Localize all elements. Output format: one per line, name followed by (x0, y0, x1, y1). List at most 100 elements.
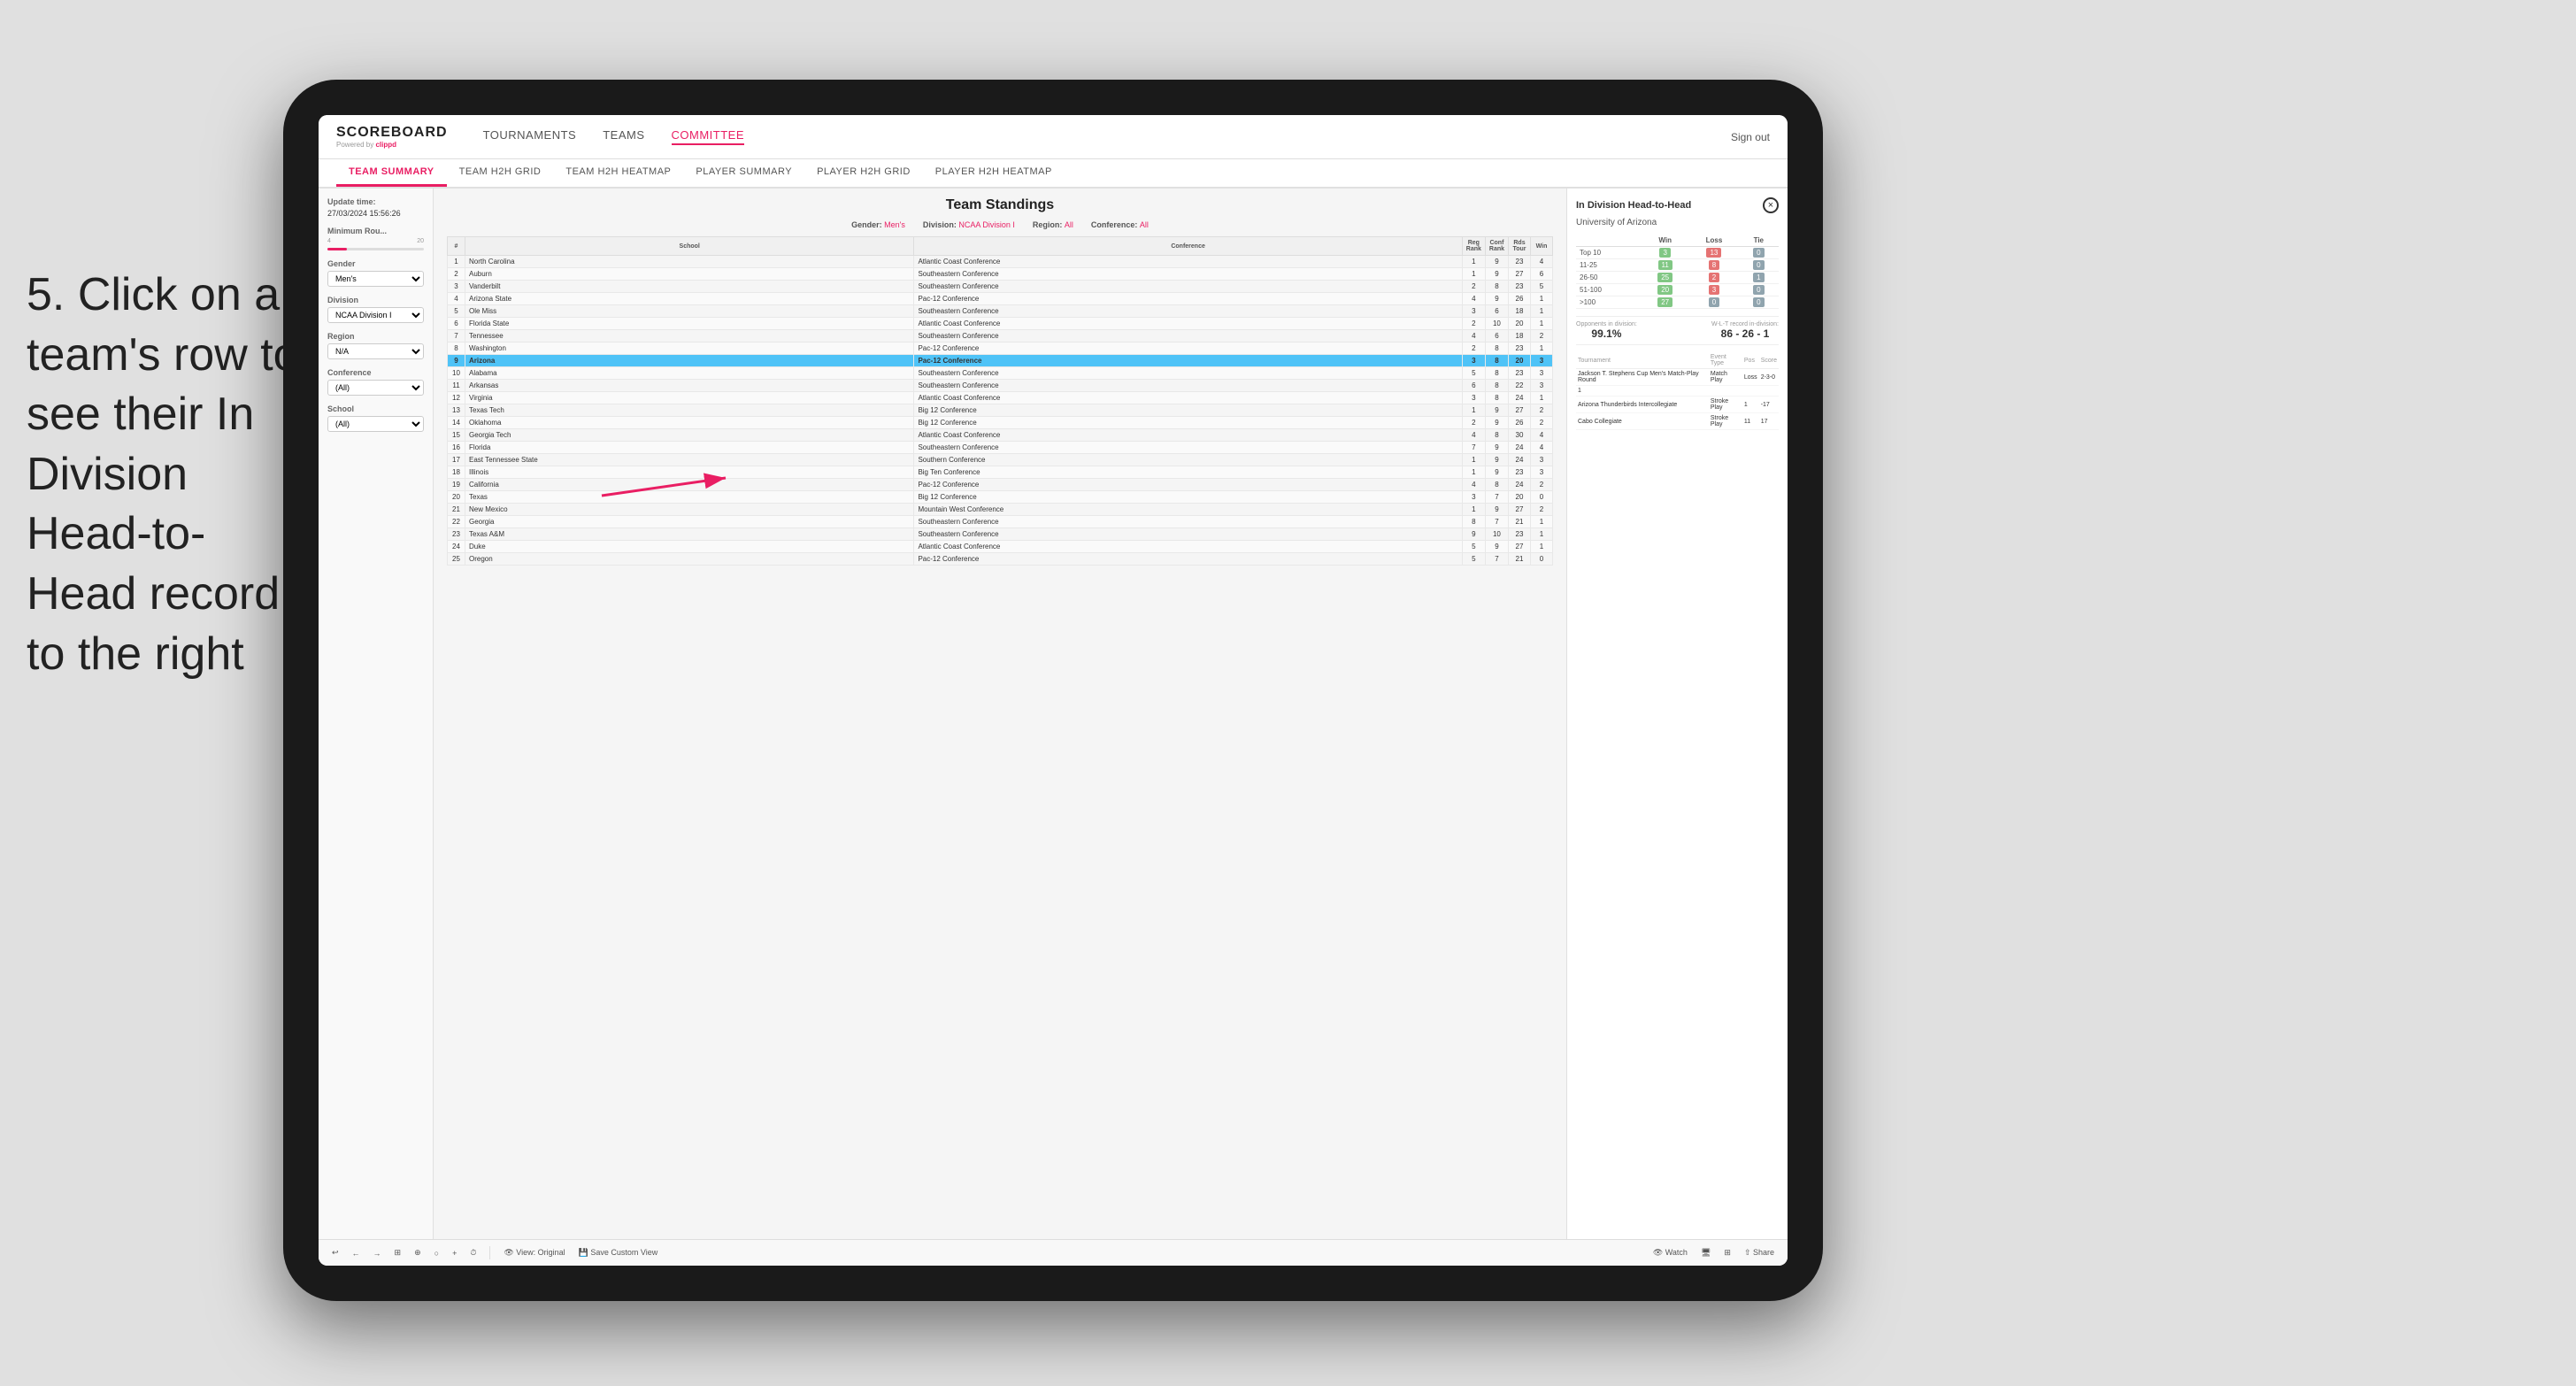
toolbar-forward[interactable]: → (369, 1247, 386, 1259)
standings-row[interactable]: 1 North Carolina Atlantic Coast Conferen… (448, 256, 1553, 268)
subnav-player-summary[interactable]: PLAYER SUMMARY (683, 159, 804, 187)
standings-row[interactable]: 12 Virginia Atlantic Coast Conference 3 … (448, 392, 1553, 404)
toolbar-clock[interactable]: ⏱ (465, 1246, 481, 1259)
cell-conf: Southeastern Conference (914, 305, 1462, 318)
subnav-team-summary[interactable]: TEAM SUMMARY (336, 159, 447, 187)
cell-win: 2 (1531, 330, 1553, 343)
cell-num: 12 (448, 392, 465, 404)
tourn-row-2: Arizona Thunderbirds Intercollegiate Str… (1576, 397, 1779, 413)
tourn-pos-3: 11 (1742, 413, 1759, 430)
nav-committee[interactable]: COMMITTEE (672, 128, 745, 145)
gender-select[interactable]: Men's (327, 271, 424, 287)
cell-conf-rank: 9 (1485, 454, 1508, 466)
standings-row[interactable]: 13 Texas Tech Big 12 Conference 1 9 27 2 (448, 404, 1553, 417)
cell-school: Texas A&M (465, 528, 914, 541)
toolbar-undo[interactable]: ↩ (327, 1246, 343, 1259)
cell-num: 21 (448, 504, 465, 516)
standings-row[interactable]: 8 Washington Pac-12 Conference 2 8 23 1 (448, 343, 1553, 355)
cell-reg-rank: 6 (1462, 380, 1485, 392)
standings-row[interactable]: 15 Georgia Tech Atlantic Coast Conferenc… (448, 429, 1553, 442)
tourn-row-1: Jackson T. Stephens Cup Men's Match-Play… (1576, 369, 1779, 386)
h2h-range-1125: 11-25 (1576, 259, 1641, 272)
cell-rds: 21 (1509, 553, 1531, 566)
toolbar-circle[interactable]: ○ (430, 1247, 443, 1259)
tourn-col-name: Tournament (1576, 352, 1709, 369)
toolbar-share[interactable]: ⇧ Share (1740, 1246, 1779, 1259)
tourn-score-2: -17 (1759, 397, 1779, 413)
conference-select[interactable]: (All) (327, 380, 424, 396)
division-select[interactable]: NCAA Division I (327, 307, 424, 323)
toolbar-screen[interactable]: 🖥 (1696, 1246, 1715, 1259)
cell-reg-rank: 1 (1462, 256, 1485, 268)
subnav-player-h2h-grid[interactable]: PLAYER H2H GRID (804, 159, 923, 187)
standings-row[interactable]: 14 Oklahoma Big 12 Conference 2 9 26 2 (448, 417, 1553, 429)
col-header-conf-rank: Conf Rank (1485, 237, 1508, 256)
h2h-panel: In Division Head-to-Head × University of… (1566, 189, 1788, 1264)
cell-conf: Pac-12 Conference (914, 553, 1462, 566)
standings-row[interactable]: 7 Tennessee Southeastern Conference 4 6 … (448, 330, 1553, 343)
standings-row[interactable]: 6 Florida State Atlantic Coast Conferenc… (448, 318, 1553, 330)
cell-rds: 24 (1509, 454, 1531, 466)
standings-row[interactable]: 19 California Pac-12 Conference 4 8 24 2 (448, 479, 1553, 491)
standings-row[interactable]: 24 Duke Atlantic Coast Conference 5 9 27… (448, 541, 1553, 553)
cell-conf-rank: 8 (1485, 479, 1508, 491)
cell-rds: 26 (1509, 293, 1531, 305)
standings-row[interactable]: 20 Texas Big 12 Conference 3 7 20 0 (448, 491, 1553, 504)
school-select[interactable]: (All) (327, 416, 424, 432)
sign-out-button[interactable]: Sign out (1731, 131, 1770, 143)
standings-row[interactable]: 9 Arizona Pac-12 Conference 3 8 20 3 (448, 355, 1553, 367)
toolbar-grid2[interactable]: ⊞ (1719, 1246, 1735, 1259)
nav-links: TOURNAMENTS TEAMS COMMITTEE (483, 128, 1731, 145)
toolbar-grid[interactable]: ⊞ (390, 1246, 406, 1259)
cell-school: Florida (465, 442, 914, 454)
h2h-row-2650: 26-50 25 2 1 (1576, 272, 1779, 284)
standings-row[interactable]: 21 New Mexico Mountain West Conference 1… (448, 504, 1553, 516)
standings-row[interactable]: 4 Arizona State Pac-12 Conference 4 9 26… (448, 293, 1553, 305)
tourn-type-1b (1709, 386, 1742, 397)
standings-row[interactable]: 3 Vanderbilt Southeastern Conference 2 8… (448, 281, 1553, 293)
cell-school: Georgia Tech (465, 429, 914, 442)
standings-row[interactable]: 11 Arkansas Southeastern Conference 6 8 … (448, 380, 1553, 392)
standings-row[interactable]: 25 Oregon Pac-12 Conference 5 7 21 0 (448, 553, 1553, 566)
standings-row[interactable]: 23 Texas A&M Southeastern Conference 9 1… (448, 528, 1553, 541)
subnav-team-h2h-grid[interactable]: TEAM H2H GRID (447, 159, 554, 187)
min-rounds-slider[interactable] (327, 248, 424, 250)
update-time-label: Update time: (327, 197, 424, 206)
h2h-close-button[interactable]: × (1763, 197, 1779, 213)
nav-teams[interactable]: TEAMS (603, 128, 644, 145)
cell-reg-rank: 2 (1462, 318, 1485, 330)
cell-num: 1 (448, 256, 465, 268)
cell-rds: 27 (1509, 268, 1531, 281)
toolbar-right: 👁 Watch 🖥 ⊞ ⇧ Share (1649, 1246, 1779, 1259)
region-label: Region (327, 332, 424, 341)
subnav-team-h2h-heatmap[interactable]: TEAM H2H HEATMAP (553, 159, 683, 187)
nav-tournaments[interactable]: TOURNAMENTS (483, 128, 577, 145)
toolbar-view-original[interactable]: 👁 View: Original (499, 1246, 569, 1259)
standings-row[interactable]: 16 Florida Southeastern Conference 7 9 2… (448, 442, 1553, 454)
toolbar-back[interactable]: ← (348, 1247, 365, 1259)
cell-reg-rank: 4 (1462, 330, 1485, 343)
toolbar-add[interactable]: ⊕ (410, 1246, 426, 1259)
cell-reg-rank: 3 (1462, 355, 1485, 367)
main-content: Update time: 27/03/2024 15:56:26 Minimum… (319, 189, 1788, 1264)
cell-win: 0 (1531, 553, 1553, 566)
cell-conf-rank: 8 (1485, 380, 1508, 392)
region-select[interactable]: N/A (327, 343, 424, 359)
standings-row[interactable]: 2 Auburn Southeastern Conference 1 9 27 … (448, 268, 1553, 281)
standings-row[interactable]: 5 Ole Miss Southeastern Conference 3 6 1… (448, 305, 1553, 318)
standings-row[interactable]: 17 East Tennessee State Southern Confere… (448, 454, 1553, 466)
gender-label: Gender (327, 259, 424, 268)
instruction-step: 5. Click on a team's row to see their In… (27, 269, 299, 680)
subnav-player-h2h-heatmap[interactable]: PLAYER H2H HEATMAP (923, 159, 1065, 187)
h2h-win-top10: 3 (1641, 247, 1689, 259)
standings-row[interactable]: 10 Alabama Southeastern Conference 5 8 2… (448, 367, 1553, 380)
toolbar-watch[interactable]: 👁 Watch (1649, 1246, 1692, 1259)
cell-win: 1 (1531, 318, 1553, 330)
standings-row[interactable]: 22 Georgia Southeastern Conference 8 7 2… (448, 516, 1553, 528)
cell-conf-rank: 9 (1485, 404, 1508, 417)
toolbar-save-custom[interactable]: 💾 Save Custom View (574, 1246, 663, 1259)
standings-row[interactable]: 18 Illinois Big Ten Conference 1 9 23 3 (448, 466, 1553, 479)
toolbar-plus[interactable]: + (448, 1247, 461, 1259)
h2h-opponents: Opponents in division: 99.1% (1576, 321, 1637, 340)
cell-conf: Big 12 Conference (914, 404, 1462, 417)
